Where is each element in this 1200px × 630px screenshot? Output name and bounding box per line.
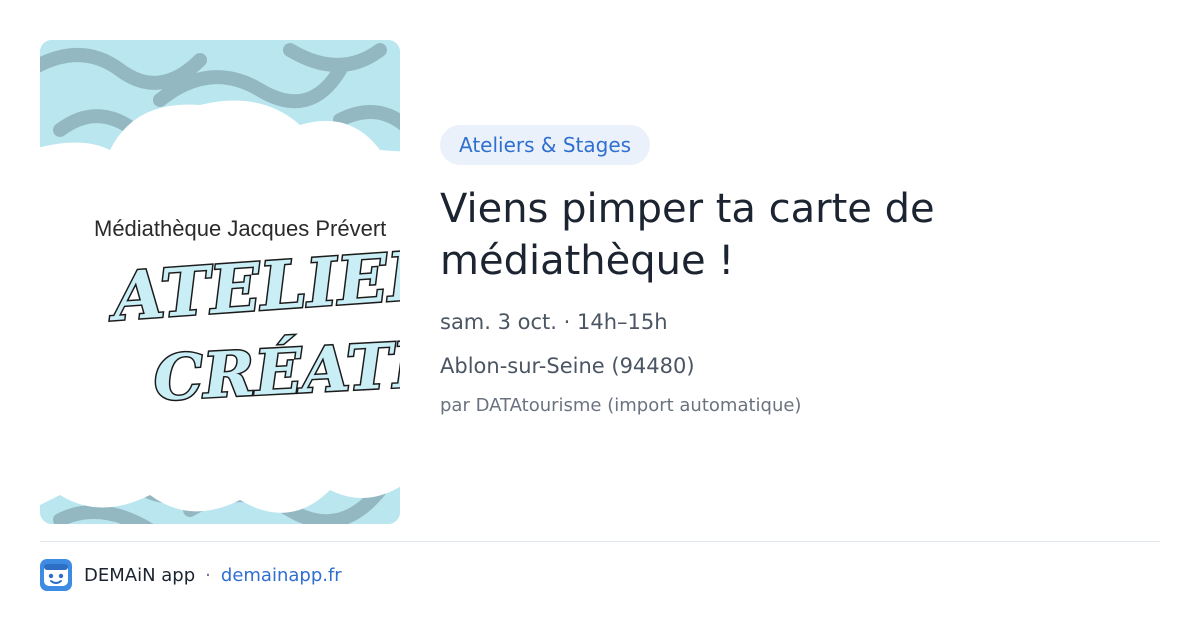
event-poster-illustration: Médiathèque Jacques Prévert ATELIERS CRÉ… bbox=[40, 40, 400, 524]
event-location: Ablon-sur-Seine (94480) bbox=[440, 354, 695, 378]
footer-separator: · bbox=[205, 564, 211, 586]
event-image[interactable]: Médiathèque Jacques Prévert ATELIERS CRÉ… bbox=[40, 40, 400, 524]
footer-divider bbox=[40, 541, 1160, 542]
event-date: sam. 3 oct. · 14h–15h bbox=[440, 310, 668, 334]
event-title[interactable]: Viens pimper ta carte de médiathèque ! bbox=[440, 183, 1000, 287]
event-details: Ateliers & Stages Viens pimper ta carte … bbox=[440, 125, 1160, 419]
demain-app-icon[interactable] bbox=[40, 559, 72, 591]
app-link[interactable]: demainapp.fr bbox=[221, 565, 342, 586]
footer: DEMAiN app · demainapp.fr bbox=[40, 558, 342, 592]
poster-line-1: Médiathèque Jacques Prévert bbox=[94, 216, 386, 241]
event-source: par DATAtourisme (import automatique) bbox=[440, 395, 802, 416]
app-name: DEMAiN app bbox=[84, 564, 196, 586]
category-badge[interactable]: Ateliers & Stages bbox=[440, 125, 651, 165]
